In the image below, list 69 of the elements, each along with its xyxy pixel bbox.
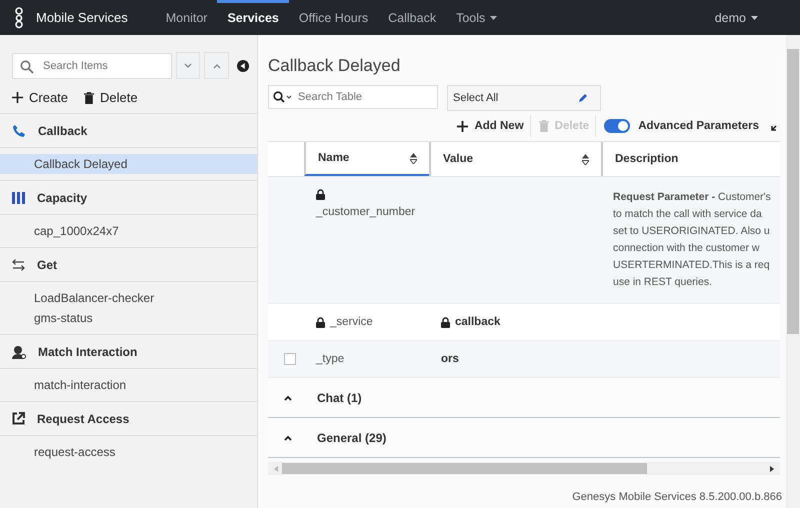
description-text: set to USERORIGINATED. Also u [613, 224, 771, 239]
sidebar-group-header[interactable]: Get [0, 247, 257, 282]
nav-tab[interactable]: Tools [446, 0, 508, 35]
delete-button[interactable]: Delete [84, 90, 138, 105]
row-checkbox[interactable] [284, 353, 296, 365]
lock-icon [316, 316, 325, 328]
description-text: Request Parameter - Customer's [613, 190, 771, 205]
plus-icon [12, 92, 23, 103]
parameter-name: _service [330, 316, 373, 328]
scroll-left-icon [274, 466, 278, 472]
caret-icon [490, 16, 498, 20]
vertical-scrollbar[interactable] [786, 35, 800, 508]
phone-icon [12, 124, 26, 138]
toggle-label: Advanced Parameters [638, 120, 759, 132]
search-icon [20, 60, 34, 74]
columns-icon [12, 192, 25, 204]
page-title: Callback Delayed [268, 56, 402, 76]
create-button[interactable]: Create [12, 90, 68, 105]
user-menu[interactable]: demo [708, 10, 764, 26]
nav-tab[interactable]: Callback [378, 0, 446, 35]
plus-icon [457, 120, 468, 132]
parameter-value: callback [455, 316, 500, 328]
version-text: Genesys Mobile Services 8.5.200.00.b.866 [572, 491, 782, 503]
sidebar-group-header[interactable]: Match Interaction [0, 334, 257, 369]
chevron-up-icon [212, 62, 221, 68]
down-button[interactable] [176, 52, 200, 79]
lock-icon [316, 189, 325, 200]
search-field[interactable]: Search Items [12, 52, 172, 78]
sidebar-item[interactable]: cap_1000x24x7 [0, 221, 257, 241]
chevron-down-icon [184, 62, 192, 68]
caret-icon [751, 16, 758, 20]
sort-icon [582, 154, 589, 164]
search-dropdown-icon [273, 91, 293, 103]
sidebar-group-header[interactable]: Callback [0, 113, 257, 148]
lock-icon [441, 316, 450, 328]
scroll-right-icon [770, 466, 774, 472]
chevron-up-icon [284, 394, 292, 400]
sidebar-item[interactable]: gms-status [0, 308, 257, 328]
parameter-value: ors [441, 353, 459, 365]
horizontal-scrollbar[interactable] [268, 462, 780, 475]
add-new-button[interactable]: Add New [457, 115, 531, 137]
chevron-up-icon [284, 434, 292, 440]
description-text: connection with the customer w [613, 241, 760, 256]
trash-icon [84, 92, 94, 104]
sidebar-item[interactable]: Callback Delayed [0, 154, 257, 174]
toggle-switch[interactable] [604, 119, 630, 133]
trash-icon [538, 120, 549, 132]
filter-dropdown[interactable]: Select All [447, 85, 601, 111]
external-link-icon [12, 412, 25, 425]
up-button[interactable] [204, 52, 229, 79]
description-text: to match the call with service da [613, 207, 763, 222]
table-search-field[interactable]: Search Table [268, 85, 438, 109]
sidebar-group-header[interactable]: Request Access [0, 401, 257, 436]
description-text: USERTERMINATED.This is a req [613, 258, 771, 273]
sidebar-item[interactable]: match-interaction [0, 375, 257, 395]
parameter-name: _type [316, 353, 344, 365]
description-text: use in REST queries. [613, 275, 714, 290]
parameter-name: _customer_number [316, 206, 416, 218]
headset-person-icon [12, 344, 26, 358]
app-title: Mobile Services [36, 10, 128, 25]
pencil-icon [578, 93, 588, 103]
nav-tab[interactable]: Monitor [156, 0, 218, 35]
nav-tab[interactable]: Office Hours [288, 0, 378, 35]
sidebar-item[interactable]: LoadBalancer-checker [0, 288, 257, 308]
sort-icon [410, 152, 417, 164]
sidebar-item[interactable]: request-access [0, 442, 257, 462]
swap-arrows-icon [12, 258, 25, 270]
collapse-icon[interactable] [236, 58, 249, 72]
sidebar-group-header[interactable]: Capacity [0, 180, 257, 215]
